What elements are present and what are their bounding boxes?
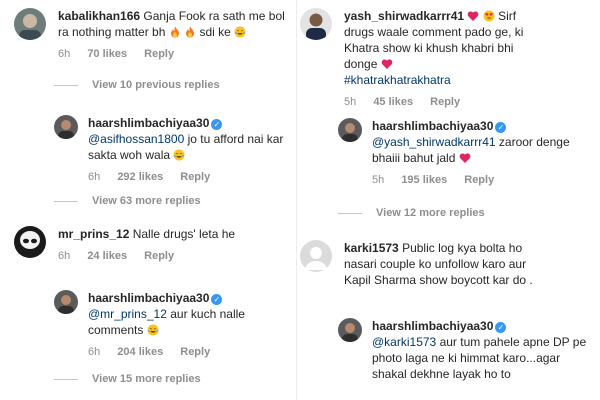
comment-username[interactable]: haarshlimbachiyaa30	[372, 319, 493, 333]
comment-likes[interactable]: 204 likes	[117, 346, 163, 358]
reply-button[interactable]: Reply	[464, 174, 494, 186]
column-divider	[296, 0, 297, 400]
thread-line	[338, 212, 362, 214]
reply-haarshlimbachiyaa30: haarshlimbachiyaa30 ✓ @karki1573 aur tum …	[338, 318, 596, 382]
comment-time: 6h	[58, 250, 71, 262]
comment-likes[interactable]: 24 likes	[87, 250, 127, 262]
laughing-emoji-icon	[234, 26, 246, 38]
reply-haarshlimbachiyaa30: haarshlimbachiyaa30 ✓ @mr_prins_12 aur ku…	[54, 290, 290, 360]
comment-text-tail: sdi ke	[199, 25, 231, 39]
comment-karki1573: karki1573 Public log kya bolta ho nasari…	[300, 240, 596, 288]
comment-time: 6h	[58, 48, 71, 60]
reply-button[interactable]: Reply	[180, 171, 210, 183]
verified-badge-icon: ✓	[495, 322, 507, 333]
comment-username[interactable]: haarshlimbachiyaa30	[88, 291, 209, 305]
fire-emoji-icon	[186, 26, 195, 38]
view-replies-label[interactable]: View 15 more replies	[92, 373, 201, 385]
comment-likes[interactable]: 70 likes	[87, 48, 127, 60]
view-previous-replies[interactable]: View 10 previous replies	[54, 79, 220, 91]
verified-badge-icon: ✓	[211, 119, 223, 130]
view-more-replies[interactable]: View 12 more replies	[338, 207, 485, 219]
view-replies-label[interactable]: View 10 previous replies	[92, 79, 220, 91]
avatar[interactable]	[54, 115, 78, 139]
comment-username[interactable]: haarshlimbachiyaa30	[88, 116, 209, 130]
avatar[interactable]	[300, 240, 332, 272]
avatar[interactable]	[338, 318, 362, 342]
hashtag-link[interactable]: #khatrakhatrakhatra	[344, 73, 451, 87]
mention-link[interactable]: @mr_prins_12	[88, 307, 167, 321]
thread-line	[54, 84, 78, 86]
mention-link[interactable]: @yash_shirwadkarrr41	[372, 135, 496, 149]
verified-badge-icon: ✓	[211, 294, 223, 305]
verified-badge-icon: ✓	[495, 122, 507, 133]
comment-likes[interactable]: 45 likes	[373, 96, 413, 108]
reply-button[interactable]: Reply	[430, 96, 460, 108]
reply-button[interactable]: Reply	[144, 250, 174, 262]
comment-username[interactable]: kabalikhan166	[58, 9, 140, 23]
mention-link[interactable]: @asifhossan1800	[88, 132, 184, 146]
right-comments-panel: yash_shirwadkarrr41 Sirf drugs waale com…	[300, 0, 600, 400]
laughing-emoji-icon	[173, 149, 185, 161]
comment-mr-prins-12: mr_prins_12 Nalle drugs' leta he 6h 24 l…	[14, 226, 290, 264]
avatar[interactable]	[338, 118, 362, 142]
avatar[interactable]	[54, 290, 78, 314]
heart-eyes-emoji-icon	[483, 10, 495, 22]
view-replies-label[interactable]: View 63 more replies	[92, 195, 201, 207]
view-replies-label[interactable]: View 12 more replies	[376, 207, 485, 219]
comment-time: 6h	[88, 171, 101, 183]
fire-emoji-icon	[170, 26, 179, 38]
comment-time: 5h	[372, 174, 385, 186]
comment-username[interactable]: mr_prins_12	[58, 227, 129, 241]
avatar[interactable]	[300, 8, 332, 40]
comment-username[interactable]: yash_shirwadkarrr41	[344, 9, 464, 23]
reply-button[interactable]: Reply	[144, 48, 174, 60]
comment-likes[interactable]: 195 likes	[401, 174, 447, 186]
comment-username[interactable]: haarshlimbachiyaa30	[372, 119, 493, 133]
reply-haarshlimbachiyaa30: haarshlimbachiyaa30 ✓ @yash_shirwadkarrr4…	[338, 118, 596, 188]
comment-text: Nalle drugs' leta he	[132, 227, 236, 241]
thread-line	[54, 200, 78, 202]
reply-haarshlimbachiyaa30: haarshlimbachiyaa30 ✓ @asifhossan1800 jo …	[54, 115, 290, 185]
avatar[interactable]	[14, 8, 46, 40]
comment-time: 6h	[88, 346, 101, 358]
view-more-replies[interactable]: View 15 more replies	[54, 373, 201, 385]
comment-yash-shirwadkarrr41: yash_shirwadkarrr41 Sirf drugs waale com…	[300, 8, 596, 110]
comment-kabalikhan166: kabalikhan166 Ganja Fook ra sath me bol …	[14, 8, 290, 62]
reply-button[interactable]: Reply	[180, 346, 210, 358]
avatar[interactable]	[14, 226, 46, 258]
left-comments-panel: kabalikhan166 Ganja Fook ra sath me bol …	[0, 0, 294, 400]
heart-emoji-icon	[459, 153, 471, 163]
comment-time: 5h	[344, 96, 357, 108]
view-more-replies[interactable]: View 63 more replies	[54, 195, 201, 207]
thread-line	[54, 378, 78, 380]
heart-emoji-icon	[381, 59, 393, 69]
mention-link[interactable]: @karki1573	[372, 335, 436, 349]
comment-username[interactable]: karki1573	[344, 241, 399, 255]
heart-emoji-icon	[468, 11, 479, 21]
comment-likes[interactable]: 292 likes	[117, 171, 163, 183]
laughing-emoji-icon	[147, 324, 159, 336]
